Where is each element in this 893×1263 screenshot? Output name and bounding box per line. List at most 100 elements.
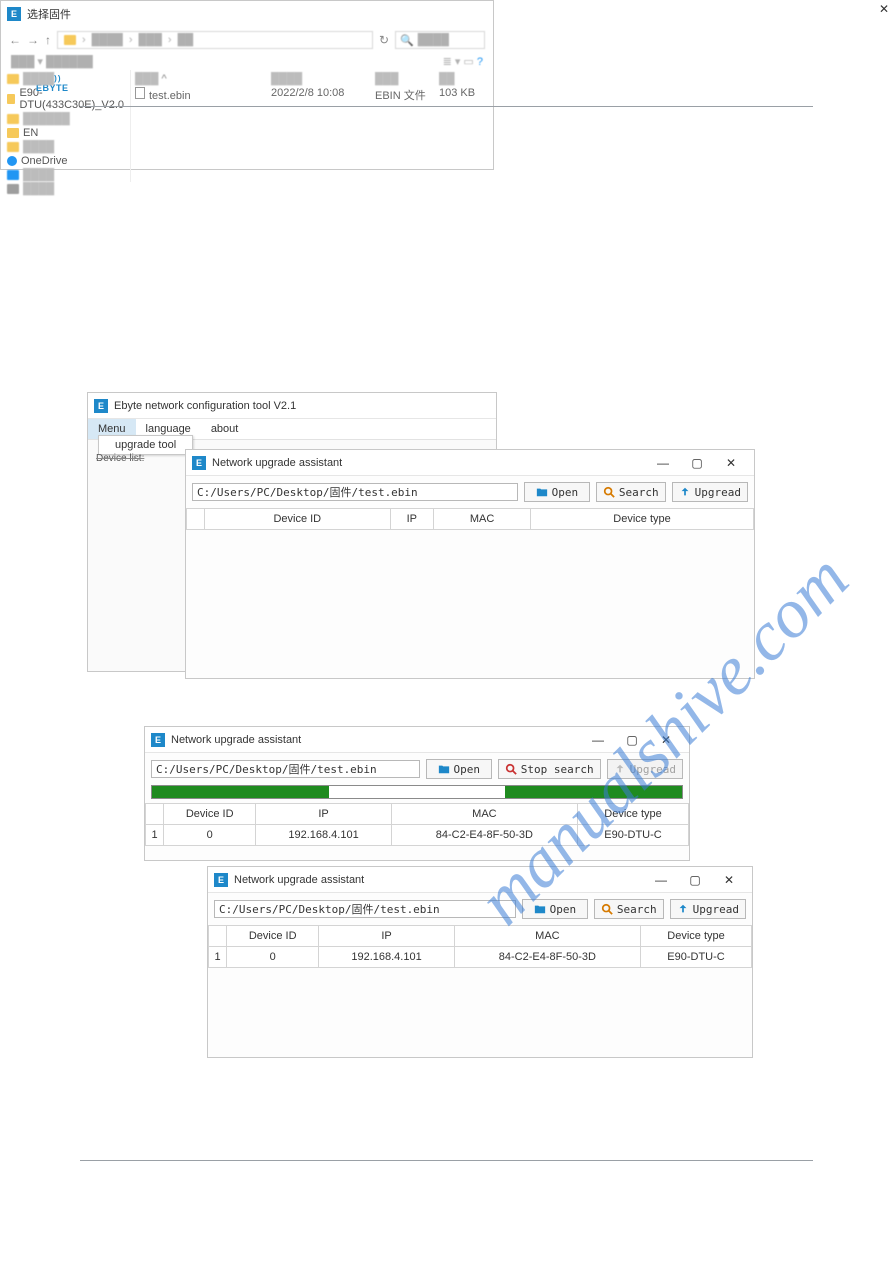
file-type: EBIN 文件 <box>375 87 435 103</box>
list-item[interactable]: test.ebin 2022/2/8 10:08 EBIN 文件 103 KB <box>135 86 489 104</box>
refresh-icon[interactable]: ↻ <box>379 33 389 47</box>
open-label: Open <box>454 763 481 776</box>
upload-icon <box>614 763 626 775</box>
col-ip: IP <box>390 509 433 530</box>
ua3-upgread-button[interactable]: Upgread <box>670 899 746 919</box>
search-label: Search <box>617 903 657 916</box>
ua3-title: Network upgrade assistant <box>234 874 644 886</box>
ua1-toolbar: C:/Users/PC/Desktop/固件/test.ebin Open Se… <box>186 476 754 508</box>
upgrade-assistant-window-1: E Network upgrade assistant — ▢ ✕ C:/Use… <box>185 449 755 679</box>
search-icon: 🔍 <box>400 34 414 47</box>
stop-search-icon <box>505 763 517 775</box>
table-row[interactable]: 1 0 192.168.4.101 84-C2-E4-8F-50-3D E90-… <box>146 825 689 846</box>
col-device-id: Device ID <box>164 804 256 825</box>
ua1-window-controls: — ▢ ✕ <box>646 452 748 474</box>
fd-search-box[interactable]: 🔍████ <box>395 31 485 49</box>
ua2-path-input[interactable]: C:/Users/PC/Desktop/固件/test.ebin <box>151 760 420 778</box>
ua2-window-controls: — ▢ ✕ <box>581 729 683 751</box>
col-mac: MAC <box>391 804 577 825</box>
folder-icon <box>7 94 15 104</box>
ua1-open-button[interactable]: Open <box>524 482 590 502</box>
ua2-stop-search-button[interactable]: Stop search <box>498 759 601 779</box>
rownum-header <box>146 804 164 825</box>
ua3-path-input[interactable]: C:/Users/PC/Desktop/固件/test.ebin <box>214 900 516 918</box>
upgread-label: Upgread <box>693 903 739 916</box>
config-tool-titlebar: E Ebyte network configuration tool V2.1 <box>88 393 496 419</box>
cell-device-type: E90-DTU-C <box>578 825 689 846</box>
upload-icon <box>679 486 691 498</box>
ua3-table: Device ID IP MAC Device type 1 0 192.168… <box>208 925 752 968</box>
up-icon[interactable]: ↑ <box>45 33 51 47</box>
close-button[interactable]: ✕ <box>649 729 683 751</box>
ua2-titlebar: E Network upgrade assistant — ▢ ✕ <box>145 727 689 753</box>
ua1-table: Device ID IP MAC Device type <box>186 508 754 530</box>
fd-close-button[interactable]: ✕ <box>879 2 889 16</box>
cell-rownum: 1 <box>209 947 227 968</box>
col-device-type: Device type <box>578 804 689 825</box>
ua1-titlebar: E Network upgrade assistant — ▢ ✕ <box>186 450 754 476</box>
tree-item[interactable]: ████ <box>7 182 124 196</box>
minimize-button[interactable]: — <box>581 729 615 751</box>
close-button[interactable]: ✕ <box>714 452 748 474</box>
open-label: Open <box>552 486 579 499</box>
minimize-button[interactable]: — <box>644 869 678 891</box>
app-icon: E <box>94 399 108 413</box>
tree-item-onedrive[interactable]: OneDrive <box>7 154 124 168</box>
folder-icon <box>7 128 19 138</box>
maximize-button[interactable]: ▢ <box>680 452 714 474</box>
table-row[interactable]: 1 0 192.168.4.101 84-C2-E4-8F-50-3D E90-… <box>209 947 752 968</box>
cell-mac: 84-C2-E4-8F-50-3D <box>391 825 577 846</box>
app-icon: E <box>192 456 206 470</box>
ua1-upgread-button[interactable]: Upgread <box>672 482 748 502</box>
app-icon: E <box>7 7 21 21</box>
maximize-button[interactable]: ▢ <box>678 869 712 891</box>
cell-ip: 192.168.4.101 <box>256 825 391 846</box>
menu-item-about[interactable]: about <box>201 419 249 439</box>
ua3-search-button[interactable]: Search <box>594 899 664 919</box>
tree-item[interactable]: ████ <box>7 140 124 154</box>
magnifier-icon <box>601 903 613 915</box>
close-button[interactable]: ✕ <box>712 869 746 891</box>
folder-icon <box>7 142 19 152</box>
progress-segment <box>505 786 682 798</box>
forward-icon[interactable]: → <box>27 33 39 47</box>
ua2-title: Network upgrade assistant <box>171 734 581 746</box>
cell-device-id: 0 <box>227 947 319 968</box>
upgrade-assistant-window-2: E Network upgrade assistant — ▢ ✕ C:/Use… <box>144 726 690 861</box>
stop-search-label: Stop search <box>521 763 594 776</box>
col-device-id: Device ID <box>205 509 391 530</box>
config-tool-title: Ebyte network configuration tool V2.1 <box>114 400 490 412</box>
minimize-button[interactable]: — <box>646 452 680 474</box>
cell-device-type: E90-DTU-C <box>641 947 752 968</box>
folder-open-icon <box>536 486 548 498</box>
ua2-upgread-button: Upgread <box>607 759 683 779</box>
file-open-dialog: E 选择固件 ✕ ← → ↑ ›████›███›██ ↻ 🔍████ ███ … <box>0 0 494 170</box>
folder-icon <box>7 74 19 84</box>
ua3-open-button[interactable]: Open <box>522 899 588 919</box>
tree-item[interactable]: ████ <box>7 168 124 182</box>
file-icon <box>135 87 145 99</box>
tree-item[interactable]: ████ <box>7 72 124 86</box>
fd-body: ████ E90-DTU(433C30E)_V2.0 ██████ EN ███… <box>1 70 493 182</box>
folder-open-icon <box>534 903 546 915</box>
ua1-path-input[interactable]: C:/Users/PC/Desktop/固件/test.ebin <box>192 483 518 501</box>
back-icon[interactable]: ← <box>9 33 21 47</box>
ua2-open-button[interactable]: Open <box>426 759 492 779</box>
col-device-type: Device type <box>531 509 754 530</box>
maximize-button[interactable]: ▢ <box>615 729 649 751</box>
file-size: 103 KB <box>439 87 489 103</box>
progress-segment <box>329 786 506 798</box>
app-icon: E <box>151 733 165 747</box>
device-list-label: Device list: <box>96 453 144 464</box>
submenu-upgrade-tool[interactable]: upgrade tool <box>98 435 193 455</box>
list-header: ███ ^█████████ <box>135 72 489 86</box>
search-label: Search <box>619 486 659 499</box>
folder-open-icon <box>438 763 450 775</box>
tree-item-en[interactable]: EN <box>7 126 124 140</box>
fd-title: 选择固件 <box>27 6 487 22</box>
col-device-id: Device ID <box>227 926 319 947</box>
tree-item[interactable]: ██████ <box>7 112 124 126</box>
fd-breadcrumb[interactable]: ›████›███›██ <box>57 31 373 49</box>
ua1-search-button[interactable]: Search <box>596 482 666 502</box>
upgread-label: Upgread <box>695 486 741 499</box>
